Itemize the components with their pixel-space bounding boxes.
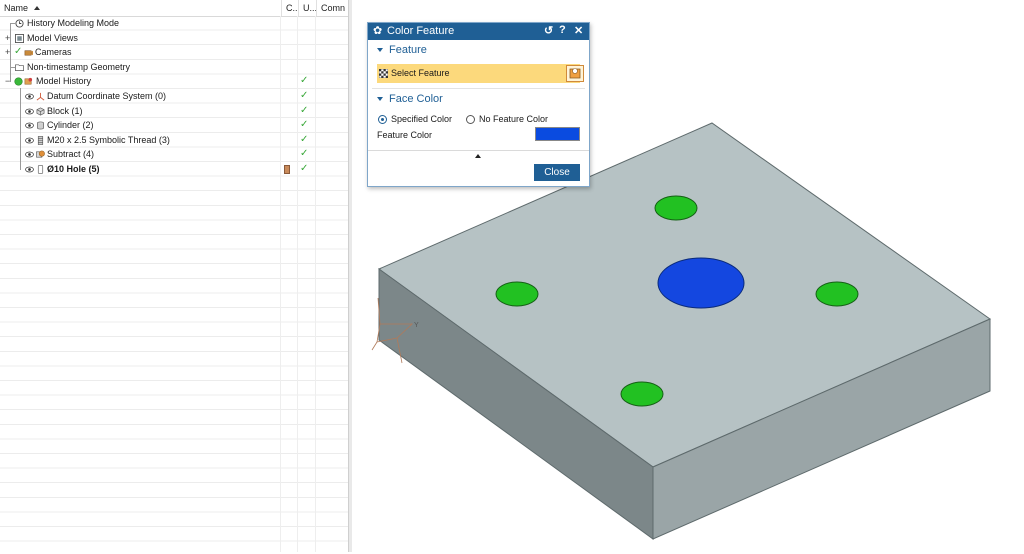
tree-node-label: Subtract (4) <box>47 149 95 160</box>
expand-icon[interactable]: + <box>5 45 10 60</box>
tree-node-model-history[interactable]: − Model History ✓ <box>0 74 348 89</box>
tree-node-cylinder[interactable]: Cylinder (2) ✓ <box>0 118 348 133</box>
status-dot-icon <box>14 77 23 86</box>
collapse-triangle-icon <box>377 97 383 101</box>
feature-select-icon <box>569 68 581 79</box>
model-view-icon <box>15 33 24 43</box>
feature-picker-button[interactable] <box>566 65 584 82</box>
uptodate-check-icon: ✓ <box>300 163 309 174</box>
no-feature-color-label: No Feature Color <box>479 114 549 124</box>
tree-node-non-timestamp[interactable]: Non-timestamp Geometry <box>0 60 348 75</box>
uptodate-check-icon: ✓ <box>300 119 309 131</box>
datum-csys-icon <box>36 92 45 101</box>
collapse-triangle-icon <box>377 48 383 52</box>
uptodate-check-icon: ✓ <box>300 104 309 116</box>
select-feature-label: Select Feature <box>391 68 450 78</box>
selection-checker-icon <box>379 69 388 78</box>
select-feature-field[interactable]: Select Feature <box>377 64 584 83</box>
collapse-icon[interactable]: − <box>5 74 10 89</box>
help-button[interactable]: ? <box>559 24 566 36</box>
cylinder-icon <box>37 121 44 130</box>
section-divider <box>372 88 585 89</box>
dialog-titlebar[interactable]: ✿ Color Feature ↺ ? ✕ <box>368 23 589 40</box>
hole-blue-center <box>657 257 745 309</box>
hole-green-right <box>815 281 859 307</box>
reset-button[interactable]: ↺ <box>544 24 553 37</box>
visibility-eye-icon[interactable] <box>25 107 34 116</box>
close-button[interactable]: Close <box>534 164 580 181</box>
tree-node-block[interactable]: Block (1) ✓ <box>0 104 348 119</box>
tree-node-label: Block (1) <box>47 105 83 116</box>
feature-color-label: Feature Color <box>377 130 433 140</box>
tree-node-label: Datum Coordinate System (0) <box>47 91 167 101</box>
visibility-eye-icon[interactable] <box>25 136 34 145</box>
chevron-up-icon <box>475 154 481 158</box>
current-feature-icon <box>284 165 290 174</box>
subtract-icon <box>36 151 45 158</box>
specified-color-label: Specified Color <box>391 114 453 124</box>
navigator-header: Name C... U... Comn <box>0 0 348 17</box>
hole-green-bottom <box>620 381 664 407</box>
tree-node-subtract[interactable]: Subtract (4) ✓ <box>0 147 348 162</box>
column-header-name[interactable]: Name <box>0 0 280 16</box>
color-feature-dialog: ✿ Color Feature ↺ ? ✕ Feature Select Fea… <box>367 22 590 187</box>
hole-green-top <box>654 195 698 221</box>
sort-ascending-icon <box>34 6 41 10</box>
visibility-eye-icon[interactable] <box>25 92 34 101</box>
specified-color-radio[interactable] <box>378 115 387 124</box>
column-header-comment[interactable]: Comn <box>316 0 348 16</box>
part-navigator: Name C... U... Comn History Modeling Mod… <box>0 0 349 552</box>
tree-node-history-mode[interactable]: History Modeling Mode <box>0 16 348 31</box>
tree-node-label: Cylinder (2) <box>47 120 94 131</box>
tree-node-label: Model Views <box>27 32 78 43</box>
feature-section-header[interactable]: Feature <box>368 42 589 60</box>
visibility-eye-icon[interactable] <box>25 150 34 159</box>
clock-icon <box>15 19 24 28</box>
section-title: Face Color <box>389 93 443 105</box>
dialog-close-icon[interactable]: ✕ <box>574 24 583 37</box>
tree-node-thread[interactable]: M20 x 2.5 Symbolic Thread (3) ✓ <box>0 133 348 148</box>
tree-node-label: Cameras <box>35 47 72 58</box>
column-header-current[interactable]: C... <box>281 0 298 16</box>
block-icon <box>36 107 45 116</box>
gear-icon: ✿ <box>373 25 383 37</box>
visibility-eye-icon[interactable] <box>25 165 34 174</box>
camera-icon <box>24 50 33 56</box>
face-color-section-header[interactable]: Face Color <box>368 91 589 109</box>
visibility-eye-icon[interactable] <box>25 121 34 130</box>
expand-icon[interactable]: + <box>5 31 10 46</box>
no-feature-color-radio[interactable] <box>466 115 475 124</box>
thread-icon <box>37 135 44 145</box>
uptodate-check-icon: ✓ <box>300 90 309 101</box>
tree-node-hole[interactable]: Ø10 Hole (5) ✓ <box>0 162 348 177</box>
triad-axis-label: Y <box>414 322 419 329</box>
uptodate-check-icon: ✓ <box>300 148 309 160</box>
tree-node-label: History Modeling Mode <box>27 18 120 28</box>
hole-green-left <box>495 281 539 307</box>
checkmark-icon: ✓ <box>14 46 23 58</box>
tree-node-datum-csys[interactable]: Datum Coordinate System (0) ✓ <box>0 89 348 104</box>
section-title: Feature <box>389 44 427 56</box>
history-icon <box>24 78 33 85</box>
feature-color-swatch[interactable] <box>535 127 580 141</box>
column-header-uptodate[interactable]: U... <box>298 0 316 16</box>
dialog-title: Color Feature <box>387 25 455 37</box>
uptodate-check-icon: ✓ <box>300 133 309 145</box>
tree-node-model-views[interactable]: + Model Views <box>0 31 348 46</box>
tree-node-label: Ø10 Hole (5) <box>47 164 100 174</box>
tree-node-label: M20 x 2.5 Symbolic Thread (3) <box>47 134 170 145</box>
dialog-collapse-bar[interactable] <box>368 150 589 162</box>
hole-icon <box>37 165 44 174</box>
tree-node-label: Model History <box>36 76 92 87</box>
tree-node-cameras[interactable]: + ✓ Cameras <box>0 45 348 60</box>
folder-icon <box>15 64 24 71</box>
uptodate-check-icon: ✓ <box>300 75 309 87</box>
tree-node-label: Non-timestamp Geometry <box>27 61 131 72</box>
